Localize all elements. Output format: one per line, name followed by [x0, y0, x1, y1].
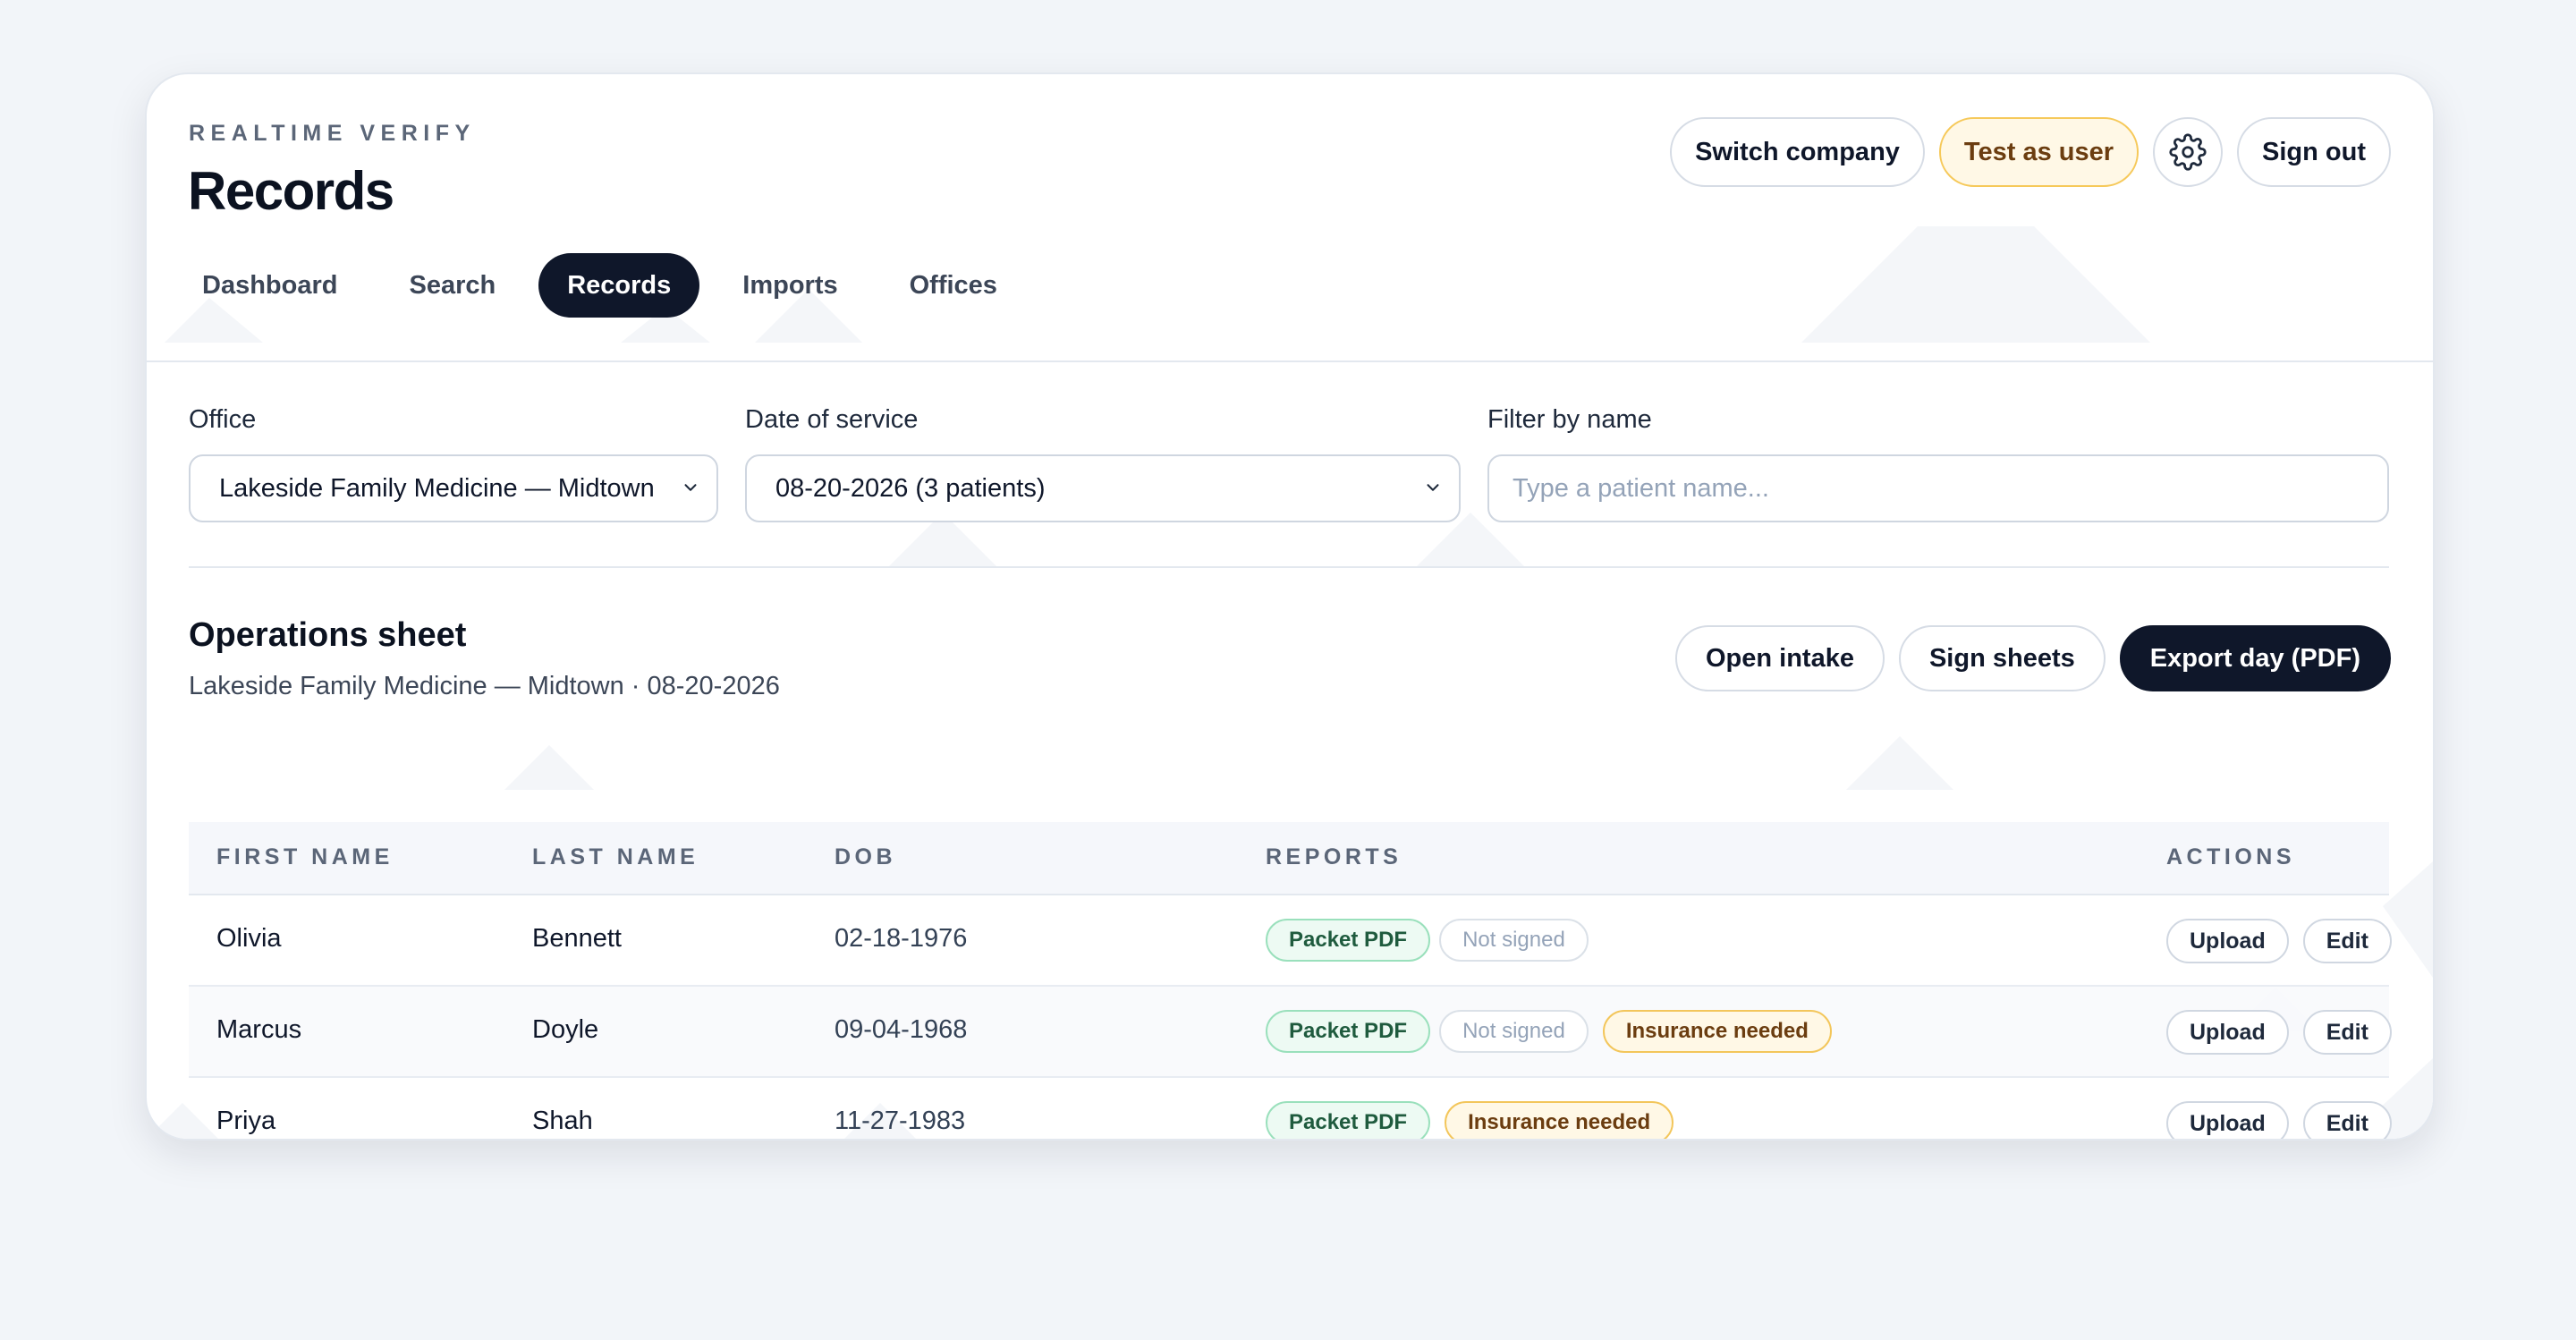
date-label: Date of service [745, 405, 919, 434]
sheet-actions: Open intake Sign sheets Export day (PDF) [1674, 625, 2391, 691]
date-select[interactable]: 08-20-2026 (3 patients) [745, 454, 1461, 522]
table-header: FIRST NAME LAST NAME DOB REPORTS ACTIONS [189, 822, 2389, 895]
chevron-down-icon [684, 484, 697, 491]
office-label: Office [189, 405, 257, 434]
tab-records[interactable]: Records [538, 253, 700, 318]
table-row: Marcus Doyle 09-04-1968 Packet PDF Not s… [189, 987, 2392, 1078]
tab-dashboard[interactable]: Dashboard [174, 253, 366, 318]
insurance-needed-badge: Insurance needed [1445, 1101, 1674, 1139]
office-select[interactable]: Lakeside Family Medicine — Midtown [189, 454, 718, 522]
page-header: REALTIME VERIFY Records Switch company T… [147, 74, 2433, 362]
filters-bar: Office Lakeside Family Medicine — Midtow… [189, 405, 2389, 522]
row-actions: Upload Edit [2166, 1101, 2392, 1139]
sign-out-button[interactable]: Sign out [2237, 117, 2391, 187]
sheet-title: Operations sheet [189, 616, 467, 654]
date-select-value: 08-20-2026 (3 patients) [775, 473, 1046, 503]
table-row: Priya Shah 11-27-1983 Packet PDF Insuran… [189, 1078, 2392, 1139]
last-name-cell: Bennett [532, 924, 622, 953]
tab-imports[interactable]: Imports [714, 253, 866, 318]
tab-search[interactable]: Search [380, 253, 524, 318]
office-field: Office Lakeside Family Medicine — Midtow… [189, 405, 718, 522]
sheet-subtitle: Lakeside Family Medicine — Midtown · 08-… [189, 672, 780, 700]
dob-cell: 11-27-1983 [835, 1107, 966, 1135]
reports-cell: Packet PDF Insurance needed [1266, 1101, 1674, 1139]
dob-cell: 09-04-1968 [835, 1015, 968, 1044]
tab-bar: Dashboard Search Records Imports Offices [174, 253, 1040, 318]
column-header-actions: ACTIONS [2166, 844, 2295, 869]
packet-pdf-badge[interactable]: Packet PDF [1266, 1101, 1431, 1139]
column-header-reports: REPORTS [1266, 844, 1402, 869]
open-intake-button[interactable]: Open intake [1674, 625, 1885, 691]
upload-button[interactable]: Upload [2166, 919, 2289, 963]
section-divider [189, 566, 2389, 568]
office-select-value: Lakeside Family Medicine — Midtown [219, 473, 655, 503]
first-name-cell: Marcus [216, 1015, 302, 1044]
export-day-button[interactable]: Export day (PDF) [2119, 625, 2391, 691]
not-signed-badge: Not signed [1439, 1010, 1589, 1053]
last-name-cell: Doyle [532, 1015, 599, 1044]
test-as-user-button[interactable]: Test as user [1938, 117, 2140, 187]
reports-cell: Packet PDF Not signed Insurance needed [1266, 1010, 1832, 1053]
sign-sheets-button[interactable]: Sign sheets [1898, 625, 2106, 691]
chevron-down-icon [1427, 484, 1439, 491]
dob-cell: 02-18-1976 [835, 924, 968, 953]
row-actions: Upload Edit [2166, 919, 2392, 963]
tab-offices[interactable]: Offices [881, 253, 1026, 318]
gear-icon [2169, 133, 2207, 171]
upload-button[interactable]: Upload [2166, 1101, 2289, 1139]
not-signed-badge: Not signed [1439, 919, 1589, 962]
upload-button[interactable]: Upload [2166, 1010, 2289, 1055]
packet-pdf-badge[interactable]: Packet PDF [1266, 1010, 1431, 1053]
first-name-cell: Olivia [216, 924, 282, 953]
reports-cell: Packet PDF Not signed [1266, 919, 1589, 962]
page-title: Records [188, 161, 394, 221]
column-header-last-name: LAST NAME [532, 844, 699, 869]
name-filter-field: Filter by name Type a patient name... [1487, 405, 2389, 522]
edit-button[interactable]: Edit [2302, 919, 2392, 963]
brand-label: REALTIME VERIFY [189, 121, 476, 146]
table-row: Olivia Bennett 02-18-1976 Packet PDF Not… [189, 895, 2392, 987]
edit-button[interactable]: Edit [2302, 1010, 2392, 1055]
last-name-cell: Shah [532, 1107, 593, 1135]
first-name-cell: Priya [216, 1107, 276, 1135]
name-filter-input[interactable]: Type a patient name... [1487, 454, 2389, 522]
column-header-dob: DOB [835, 844, 897, 869]
main-card: REALTIME VERIFY Records Switch company T… [145, 72, 2435, 1141]
switch-company-button[interactable]: Switch company [1670, 117, 1925, 187]
top-actions: Switch company Test as user Sign out [1670, 117, 2391, 187]
packet-pdf-badge[interactable]: Packet PDF [1266, 919, 1431, 962]
column-header-first-name: FIRST NAME [216, 844, 394, 869]
settings-button[interactable] [2153, 117, 2224, 187]
row-actions: Upload Edit [2166, 1010, 2392, 1055]
records-table: FIRST NAME LAST NAME DOB REPORTS ACTIONS… [189, 822, 2392, 1139]
date-field: Date of service 08-20-2026 (3 patients) [745, 405, 1461, 522]
insurance-needed-badge: Insurance needed [1602, 1010, 1832, 1053]
name-filter-label: Filter by name [1487, 405, 1652, 434]
edit-button[interactable]: Edit [2302, 1101, 2392, 1139]
